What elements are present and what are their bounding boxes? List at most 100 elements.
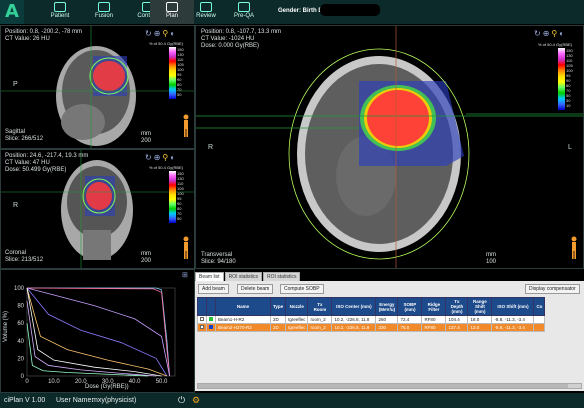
transversal-dose-colorbar (558, 48, 565, 110)
transversal-slice: Slice: 94/180 (201, 259, 236, 265)
add-beam-button[interactable]: Add beam (198, 284, 229, 294)
coronal-colorbar-labels: 150 130 110 105 100 95 90 80 70 50 (177, 171, 184, 221)
crosshair-icon[interactable]: ⊕ (154, 153, 161, 162)
dvh-panel[interactable]: 0 10.0 20.0 30.0 40.0 50.0 100 80 60 40 20 0 Volume… (0, 269, 195, 393)
coronal-tools: ↻ ⊕ ⚲ ◐ (143, 153, 175, 162)
horizontal-scrollbar[interactable] (197, 383, 582, 389)
beam-visible-checkbox[interactable] (200, 317, 204, 321)
user-name-label: User Name: (56, 397, 94, 404)
rotate-icon[interactable]: ↻ (534, 29, 541, 38)
coronal-scale-unit: mm (141, 251, 151, 257)
dvh-ytick: 80 (17, 304, 24, 310)
beam-table: Name Type Nozzle Tx Room ISO Center (mm)… (197, 297, 546, 332)
transversal-scale: 100 (486, 259, 497, 265)
sagittal-slice: Slice: 266/512 (5, 136, 44, 142)
body-orientation-icon (183, 114, 189, 137)
dvh-xlabel: Dose (Gy(RBE)) (85, 384, 129, 390)
transversal-orientation-left: R (208, 144, 214, 151)
coronal-dose: Dose: 50.499 Gy(RBE) (5, 167, 67, 173)
sagittal-orientation: P (13, 81, 18, 88)
dvh-xtick: 0 (25, 379, 29, 385)
dvh-ytick: 40 (17, 339, 24, 345)
patient-gender-birth: Gender: Birth Da (278, 8, 327, 14)
app-logo: A (0, 0, 24, 24)
nav-preqa[interactable]: Pre-QA (222, 0, 266, 24)
beam-table-header: Name Type Nozzle Tx Room ISO Center (mm)… (197, 297, 546, 316)
sagittal-colorbar-labels: 150 130 110 105 100 95 90 80 70 50 (177, 47, 184, 97)
dvh-plot-area (26, 287, 176, 377)
dvh-expand-icon[interactable]: ⊞ (182, 271, 188, 279)
crosshair-icon[interactable]: ⊕ (154, 29, 161, 38)
beam-color-swatch (209, 325, 213, 329)
transversal-dose: Dose: 0.000 Gy(RBE) (201, 43, 260, 49)
delete-beam-button[interactable]: Delete beam (237, 284, 274, 294)
sagittal-scale-unit: mm (141, 131, 151, 137)
beam-list-panel: Add beam Delete beam Compute SOBP Displa… (195, 281, 584, 391)
zoom-icon[interactable]: ⚲ (162, 29, 168, 38)
compute-sobp-button[interactable]: Compute SOBP (280, 284, 324, 294)
dvh-ytick: 100 (14, 286, 25, 292)
sagittal-dose-colorbar (169, 47, 176, 99)
transversal-image (196, 26, 583, 268)
transversal-scale-unit: mm (486, 252, 496, 258)
contrast-icon[interactable]: ◐ (170, 29, 175, 38)
coronal-dose-colorbar (169, 171, 176, 223)
beam-visible-checkbox[interactable] (200, 325, 204, 329)
zoom-icon[interactable]: ⚲ (162, 153, 168, 162)
contrast-icon[interactable]: ◐ (559, 29, 564, 38)
contrast-icon[interactable]: ◐ (170, 153, 175, 162)
table-row-selected[interactable]: Beam2-H270-R2 2D tgreeflec room_2 10.2, … (197, 323, 546, 332)
nav-patient[interactable]: Patient (38, 0, 82, 24)
dvh-ytick: 20 (17, 356, 24, 362)
coronal-colorbar-header: % of 50.4 Gy(RBE) (149, 165, 184, 170)
status-bar: ciPlan V 1.00 User Name: mxy(physicist) … (0, 393, 584, 408)
coronal-ct-value: CT Value: 47 HU (5, 160, 50, 166)
rotate-icon[interactable]: ↻ (145, 29, 152, 38)
review-icon (200, 2, 212, 12)
patient-icon (54, 2, 66, 12)
coronal-orientation: R (13, 202, 19, 209)
transversal-colorbar-labels: 150 130 110 105 100 95 90 80 70 50 30 10 (566, 48, 573, 108)
dvh-xtick: 50.0 (156, 379, 168, 385)
crosshair-icon[interactable]: ⊕ (543, 29, 550, 38)
display-compensator-button[interactable]: Display compensator (525, 284, 580, 294)
transversal-view[interactable]: Position: 0.8, -107.7, 13.3 mm CT Value:… (195, 25, 584, 269)
sagittal-colorbar-header: % of 50.4 Gy(RBE) (149, 41, 184, 46)
sagittal-tools: ↻ ⊕ ⚲ ◐ (143, 29, 175, 38)
app-version: ciPlan V 1.00 (4, 397, 46, 404)
nav-fusion[interactable]: Fusion (82, 0, 126, 24)
dvh-ytick: 0 (21, 374, 25, 380)
transversal-ct-value: CT Value: -1024 HU (201, 36, 255, 42)
dvh-xtick: 10.0 (48, 379, 60, 385)
transversal-view-name: Transversal (201, 252, 233, 258)
zoom-icon[interactable]: ⚲ (551, 29, 557, 38)
dvh-chart: 0 10.0 20.0 30.0 40.0 50.0100806040200 (14, 286, 176, 385)
preqa-icon (238, 2, 250, 12)
body-orientation-icon (183, 236, 189, 259)
rotate-icon[interactable]: ↻ (145, 153, 152, 162)
body-orientation-icon (571, 236, 577, 259)
coronal-slice: Slice: 213/512 (5, 257, 44, 263)
user-name-value: mxy(physicist) (92, 397, 137, 404)
dvh-ytick: 60 (17, 321, 24, 327)
transversal-position: Position: 0.8, -107.7, 13.3 mm (201, 29, 282, 35)
sagittal-position: Position: 0.8, -200.2, -78 mm (5, 29, 83, 35)
coronal-scale: 200 (141, 258, 152, 264)
dvh-ylabel: Volume (%) (3, 310, 9, 342)
beam-panel-tabs: Beam list ROI statistics ROI statistics (195, 272, 301, 282)
plan-icon (166, 2, 178, 12)
redacted-patient-info (320, 4, 380, 16)
power-icon[interactable]: ⏻ (178, 395, 185, 406)
coronal-view-name: Coronal (5, 250, 27, 256)
sagittal-scale: 200 (141, 138, 152, 144)
sagittal-view-name: Sagittal (5, 129, 26, 135)
coronal-view[interactable]: Position: 24.6, -217.4, 19.3 mm CT Value… (0, 149, 195, 269)
table-row[interactable]: Beam1-H-R2 2D tgreeflec room_2 10.2, -22… (197, 315, 546, 324)
transversal-orientation-right: L (568, 144, 572, 151)
transversal-tools: ↻ ⊕ ⚲ ◐ (532, 29, 564, 38)
fusion-icon (98, 2, 110, 12)
sagittal-view[interactable]: Position: 0.8, -200.2, -78 mm CT Value: … (0, 25, 195, 149)
settings-gear-icon[interactable]: ⚙ (192, 395, 200, 406)
sagittal-ct-value: CT Value: 26 HU (5, 36, 50, 42)
coronal-position: Position: 24.6, -217.4, 19.3 mm (5, 153, 89, 159)
